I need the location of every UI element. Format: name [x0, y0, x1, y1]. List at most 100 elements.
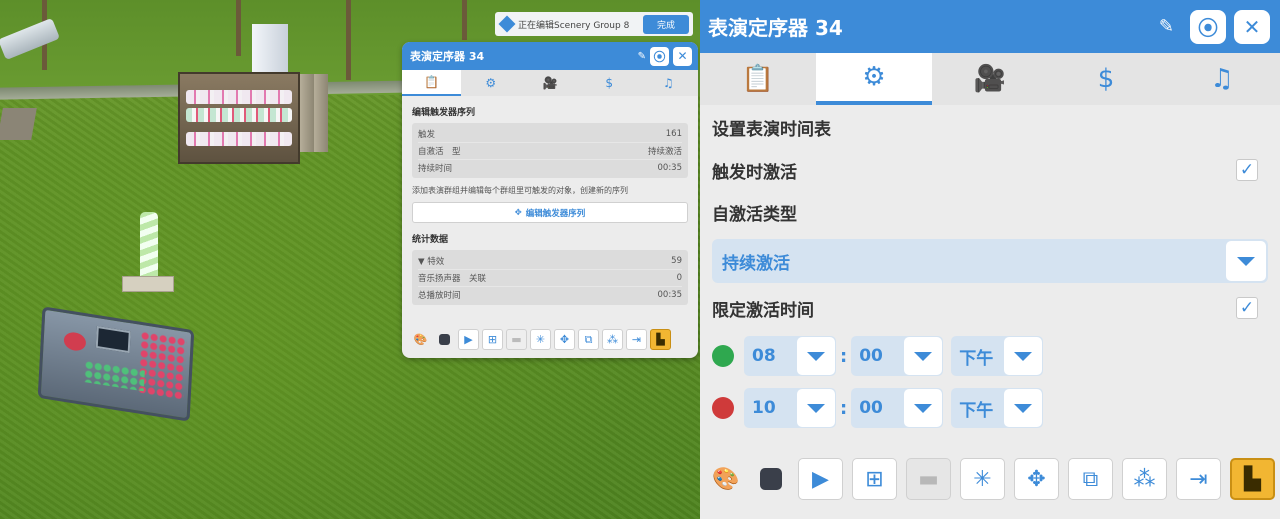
end-minute-select[interactable]: 00: [851, 388, 944, 428]
activate-on-trigger-row: 触发时激活 ✓: [712, 149, 1268, 191]
edit-trigger-sequence-button[interactable]: ✥ 编辑触发器序列: [412, 202, 688, 223]
tab-finance[interactable]: $: [580, 70, 639, 96]
gear-icon: ⚙: [485, 76, 497, 90]
stats-box: ▼ 特效 59 音乐扬声器 关联 0 总播放时间 00:35: [412, 250, 688, 305]
tab-finance[interactable]: $: [1048, 53, 1164, 105]
camera-icon[interactable]: ▬: [506, 329, 527, 350]
start-period-select[interactable]: 下午: [951, 336, 1044, 376]
end-period-value: 下午: [959, 400, 994, 421]
editing-banner: 正在编辑Scenery Group 8 完成: [495, 12, 693, 36]
play-icon[interactable]: ▶: [798, 458, 843, 500]
copy-icon[interactable]: ⧉: [578, 329, 599, 350]
robot-base-scenery: [0, 108, 37, 140]
chevron-down-icon[interactable]: [904, 389, 943, 427]
exit-icon[interactable]: ⇥: [626, 329, 647, 350]
limit-time-label: 限定激活时间: [712, 300, 814, 321]
time-colon: :: [840, 345, 848, 367]
play-icon[interactable]: ▶: [458, 329, 479, 350]
stone-post: [300, 74, 314, 152]
chevron-down-icon[interactable]: [797, 337, 835, 375]
scenery-pole: [236, 0, 241, 56]
trigger-info-box: 触发 161 自激活 型 持续激活 持续时间 00:35: [412, 123, 688, 178]
tab-camera[interactable]: 🎥: [932, 53, 1048, 105]
palette-icon[interactable]: 🎨: [410, 329, 431, 350]
scenery-pole: [462, 0, 467, 40]
chevron-down-icon[interactable]: [1226, 241, 1266, 281]
row-label: 持续时间: [418, 164, 453, 174]
chevron-down-icon[interactable]: [797, 389, 835, 427]
sparkle-icon[interactable]: ✳: [960, 458, 1005, 500]
hierarchy-icon[interactable]: ⊞: [852, 458, 897, 500]
tab-info[interactable]: 📋: [700, 53, 816, 105]
move-icon[interactable]: ✥: [1014, 458, 1059, 500]
sparkle-icon[interactable]: ✳: [530, 329, 551, 350]
panel-tabs: 📋 ⚙ 🎥 $ ♫: [700, 53, 1280, 105]
activate-on-trigger-checkbox[interactable]: ✓: [1236, 159, 1258, 181]
locate-icon[interactable]: ⦿: [1190, 9, 1226, 44]
chevron-down-icon[interactable]: [1004, 389, 1043, 427]
sequence-icon: ✥: [514, 207, 522, 218]
tab-music[interactable]: ♫: [1164, 53, 1280, 105]
start-minute-select[interactable]: 00: [851, 336, 944, 376]
mini-panel-title: 表演定序器 34: [410, 50, 485, 63]
close-icon[interactable]: ✕: [673, 46, 692, 66]
bulldozer-icon[interactable]: ▙: [1230, 458, 1275, 500]
stat-label: 总播放时间: [418, 291, 461, 301]
auto-type-row: 自激活类型: [712, 191, 1268, 233]
palette-icon[interactable]: 🎨: [708, 458, 744, 500]
done-button[interactable]: 完成: [642, 14, 689, 34]
stop-icon[interactable]: [753, 458, 789, 500]
tab-camera[interactable]: 🎥: [520, 70, 579, 96]
stone-post: [314, 74, 328, 152]
panel-toolbar: 🎨 ▶ ⊞ ▬ ✳ ✥ ⧉ ⁂ ⇥ ▙: [708, 458, 1275, 500]
bulldozer-icon[interactable]: ▙: [650, 329, 671, 350]
show-sequencer-object[interactable]: [37, 306, 195, 422]
stop-icon[interactable]: [434, 329, 455, 350]
tab-info[interactable]: 📋: [402, 70, 462, 96]
scatter-icon[interactable]: ⁂: [1122, 458, 1167, 500]
stat-label[interactable]: ▼ 特效: [418, 255, 444, 267]
rename-icon[interactable]: ✎: [1159, 16, 1174, 37]
music-icon: ♫: [663, 76, 674, 90]
start-minute-value: 00: [859, 346, 883, 366]
end-indicator-icon: [712, 397, 734, 419]
start-indicator-icon: [712, 345, 734, 367]
auto-type-select[interactable]: 持续激活: [712, 239, 1268, 283]
end-minute-value: 00: [859, 398, 883, 418]
limit-time-row: 限定激活时间 ✓: [712, 287, 1268, 329]
start-time-row: 08 : 00 下午: [712, 331, 1268, 381]
activate-on-trigger-label: 触发时激活: [712, 162, 797, 183]
copy-icon[interactable]: ⧉: [1068, 458, 1113, 500]
pillar-base: [122, 276, 174, 292]
row-value: 00:35: [657, 163, 683, 173]
camera-icon: 🎥: [542, 76, 558, 90]
stat-value: 00:35: [657, 290, 683, 300]
locate-icon[interactable]: ⦿: [650, 46, 669, 66]
row-label: 自激活 型: [418, 147, 461, 157]
end-period-select[interactable]: 下午: [951, 388, 1044, 428]
chevron-down-icon[interactable]: [1004, 337, 1043, 375]
game-viewport[interactable]: 正在编辑Scenery Group 8 完成 表演定序器 34 ✎ ⦿ ✕ 📋 …: [0, 0, 700, 519]
chevron-down-icon[interactable]: [904, 337, 943, 375]
tab-settings[interactable]: ⚙: [816, 53, 932, 105]
rename-icon[interactable]: ✎: [638, 51, 646, 62]
drink-shelf-scenery: [178, 72, 300, 164]
close-icon[interactable]: ✕: [1234, 9, 1270, 44]
start-period-value: 下午: [959, 348, 994, 369]
exit-icon[interactable]: ⇥: [1176, 458, 1221, 500]
start-hour-select[interactable]: 08: [744, 336, 836, 376]
row-value: 161: [665, 128, 682, 139]
tab-settings[interactable]: ⚙: [461, 70, 520, 96]
editing-banner-text: 正在编辑Scenery Group 8: [518, 20, 630, 31]
camera-icon[interactable]: ▬: [906, 458, 951, 500]
move-icon[interactable]: ✥: [554, 329, 575, 350]
row-value: 持续激活: [647, 147, 682, 157]
end-time-row: 10 : 00 下午: [712, 383, 1268, 433]
tab-music[interactable]: ♫: [639, 70, 698, 96]
scatter-icon[interactable]: ⁂: [602, 329, 623, 350]
stat-value: 0: [676, 273, 682, 283]
end-hour-select[interactable]: 10: [744, 388, 836, 428]
mini-toolbar: 🎨 ▶ ⊞ ▬ ✳ ✥ ⧉ ⁂ ⇥ ▙: [410, 329, 671, 350]
hierarchy-icon[interactable]: ⊞: [482, 329, 503, 350]
limit-time-checkbox[interactable]: ✓: [1236, 297, 1258, 319]
